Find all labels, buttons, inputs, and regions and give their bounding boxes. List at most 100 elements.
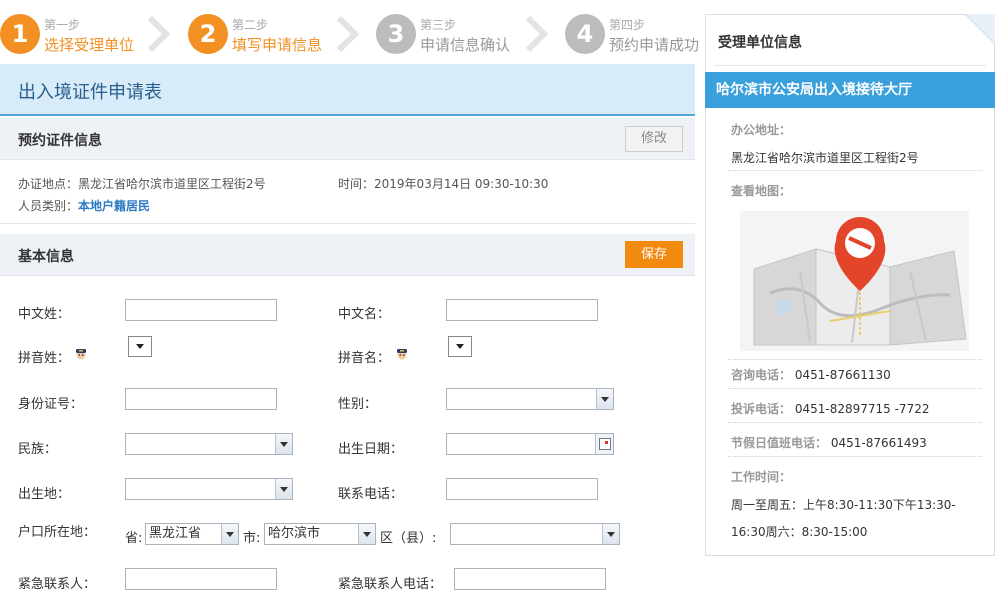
booking-category: 人员类别：本地户籍居民 xyxy=(18,197,150,214)
province-value: 黑龙江省 xyxy=(149,526,202,541)
divider xyxy=(728,170,982,171)
household-label: 户口所在地： xyxy=(18,525,97,540)
holiday-phone-value: 0451-87661493 xyxy=(830,436,927,450)
time-label: 时间： xyxy=(338,177,375,191)
ethnicity-select[interactable] xyxy=(125,433,293,455)
calendar-icon[interactable] xyxy=(595,434,613,454)
step-separator-chevron-icon xyxy=(337,16,359,52)
step-2-number: 2 xyxy=(188,14,228,54)
id-number-input[interactable] xyxy=(125,388,277,410)
surname-input[interactable] xyxy=(125,299,277,321)
emergency-phone-label: 紧急联系人电话： xyxy=(338,577,443,592)
step-2-label: 填写申请信息 xyxy=(232,36,323,54)
id-number-label: 身份证号： xyxy=(18,397,84,412)
birthplace-label: 出生地： xyxy=(18,487,71,502)
step-4-number: 4 xyxy=(565,14,605,54)
step-separator-chevron-icon xyxy=(526,16,548,52)
office-info-sidebar: 受理单位信息 哈尔滨市公安局出入境接待大厅 办公地址： 黑龙江省哈尔滨市道里区工… xyxy=(705,14,995,556)
map-pin-icon xyxy=(740,211,969,351)
basic-info-section-header: 基本信息 保存 xyxy=(0,234,695,276)
police-help-icon[interactable] xyxy=(395,347,409,361)
address-label: 办公地址： xyxy=(731,123,792,137)
district-select[interactable] xyxy=(450,523,620,545)
map-label: 查看地图： xyxy=(731,184,792,198)
step-1-number: 1 xyxy=(0,14,40,54)
given-name-input[interactable] xyxy=(446,299,598,321)
location-label: 办证地点： xyxy=(18,177,79,191)
step-3-number: 3 xyxy=(376,14,416,54)
edit-button[interactable]: 修改 xyxy=(625,126,683,152)
page-title: 出入境证件申请表 xyxy=(18,82,162,103)
booking-location: 办证地点：黑龙江省哈尔滨市道里区工程街2号 xyxy=(18,175,266,192)
step-4-label: 预约申请成功 xyxy=(609,36,700,54)
chevron-down-icon xyxy=(275,479,292,499)
province-select[interactable]: 黑龙江省 xyxy=(145,523,239,545)
phone-input[interactable] xyxy=(446,478,598,500)
birthdate-input[interactable] xyxy=(446,433,614,455)
hours-label: 工作时间： xyxy=(731,470,792,484)
city-select[interactable]: 哈尔滨市 xyxy=(264,523,376,545)
address-value: 黑龙江省哈尔滨市道里区工程街2号 xyxy=(731,151,919,165)
step-4-caption: 第四步 xyxy=(609,18,646,32)
ethnicity-label: 民族： xyxy=(18,442,58,457)
booking-time: 时间：2019年03月14日 09:30-10:30 xyxy=(338,175,548,192)
holiday-phone-label: 节假日值班电话： xyxy=(731,436,828,450)
birthdate-label: 出生日期： xyxy=(338,442,404,457)
step-1-label: 选择受理单位 xyxy=(44,36,135,54)
pinyin-surname-label: 拼音姓： xyxy=(18,351,71,366)
divider xyxy=(728,388,982,389)
booking-info: 办证地点：黑龙江省哈尔滨市道里区工程街2号 时间：2019年03月14日 09:… xyxy=(0,158,695,224)
chevron-down-icon xyxy=(358,524,375,544)
category-label: 人员类别： xyxy=(18,199,79,213)
time-value: 2019年03月14日 09:30-10:30 xyxy=(374,177,549,191)
pinyin-surname-select[interactable] xyxy=(128,336,152,357)
complaint-phone-value: 0451-82897715 -7722 xyxy=(794,402,930,416)
pinyin-given-select[interactable] xyxy=(448,336,472,357)
city-value: 哈尔滨市 xyxy=(268,526,321,541)
hours-line-1: 周一至周五：上午8:30-11:30下午13:30- xyxy=(731,498,956,512)
chevron-down-icon xyxy=(596,389,613,409)
gender-select[interactable] xyxy=(446,388,614,410)
divider xyxy=(728,359,982,360)
complaint-phone-label: 投诉电话： xyxy=(731,402,792,416)
district-prefix: 区（县）: xyxy=(380,531,437,546)
map-thumbnail[interactable] xyxy=(740,211,969,351)
consult-phone-label: 咨询电话： xyxy=(731,368,792,382)
emergency-phone-input[interactable] xyxy=(454,568,606,590)
location-value: 黑龙江省哈尔滨市道里区工程街2号 xyxy=(78,177,266,191)
city-prefix: 市: xyxy=(243,531,261,546)
complaint-phone: 投诉电话： 0451-82897715 -7722 xyxy=(731,400,929,417)
divider xyxy=(714,65,986,66)
page-title-bar: 出入境证件申请表 xyxy=(0,64,695,116)
province-prefix: 省: xyxy=(125,531,143,546)
booking-section-header: 预约证件信息 修改 xyxy=(0,118,695,160)
hours-line-2: 16:30周六：8:30-15:00 xyxy=(731,525,868,539)
emergency-contact-label: 紧急联系人： xyxy=(18,577,97,592)
birthplace-select[interactable] xyxy=(125,478,293,500)
save-button[interactable]: 保存 xyxy=(625,241,683,268)
category-link[interactable]: 本地户籍居民 xyxy=(78,199,150,213)
divider xyxy=(728,422,982,423)
office-name: 哈尔滨市公安局出入境接待大厅 xyxy=(705,72,995,108)
emergency-contact-input[interactable] xyxy=(125,568,277,590)
booking-section-title: 预约证件信息 xyxy=(18,133,102,149)
given-name-label: 中文名： xyxy=(338,307,391,322)
basic-info-form: 中文姓： 中文名： 拼音姓： 拼音名： 身份证号： 性别： 民族： 出生日期： … xyxy=(0,276,695,611)
divider xyxy=(728,456,982,457)
step-3-caption: 第三步 xyxy=(420,18,457,32)
basic-info-section-title: 基本信息 xyxy=(18,249,74,265)
consult-phone: 咨询电话： 0451-87661130 xyxy=(731,366,891,383)
sidebar-title: 受理单位信息 xyxy=(718,35,802,51)
consult-phone-value: 0451-87661130 xyxy=(794,368,891,382)
gender-label: 性别： xyxy=(338,397,378,412)
step-progress-bar: 1 第一步 选择受理单位 2 第二步 填写申请信息 3 第三步 申请信息确认 4… xyxy=(0,0,700,64)
step-separator-chevron-icon xyxy=(148,16,170,52)
phone-label: 联系电话： xyxy=(338,487,404,502)
folded-corner-icon xyxy=(965,14,995,44)
chevron-down-icon xyxy=(221,524,238,544)
police-help-icon[interactable] xyxy=(74,347,88,361)
chevron-down-icon xyxy=(275,434,292,454)
pinyin-given-label: 拼音名： xyxy=(338,351,391,366)
step-3-label: 申请信息确认 xyxy=(420,36,511,54)
holiday-phone: 节假日值班电话： 0451-87661493 xyxy=(731,434,927,451)
